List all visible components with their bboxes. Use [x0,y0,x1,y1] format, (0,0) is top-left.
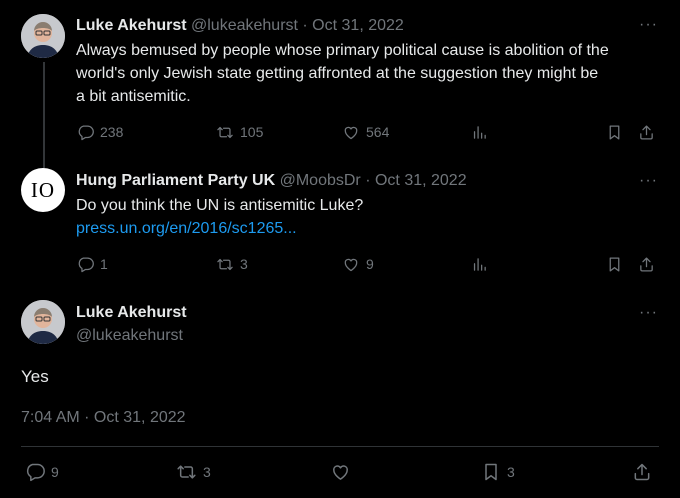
author-handle[interactable]: @lukeakehurst [76,326,183,346]
reply-button[interactable]: 238 [77,123,123,141]
tweet-link[interactable]: press.un.org/en/2016/sc1265... [76,219,297,239]
avatar[interactable] [21,14,65,58]
more-icon[interactable]: ··· [639,305,658,321]
reply-icon [77,256,94,273]
share-icon[interactable] [638,124,655,141]
reply-icon [77,124,94,141]
heart-icon [342,256,360,273]
retweet-count: 105 [240,124,264,140]
reply-count: 1 [100,256,108,272]
retweet-icon [216,256,234,273]
like-count: 564 [366,124,390,140]
retweet-count: 3 [240,256,248,272]
thread-line [43,62,45,168]
author-name[interactable]: Hung Parliament Party UK [76,172,275,189]
author-meta[interactable]: @lukeakehurst · Oct 31, 2022 [191,17,404,34]
share-icon[interactable] [632,462,652,482]
avatar[interactable]: IO [21,168,65,212]
like-button[interactable]: 564 [342,123,389,141]
retweet-icon [176,462,197,482]
tweet-text-line: a bit antisemitic. [76,88,191,105]
bookmark-icon[interactable] [606,124,623,141]
tweet-header: Hung Parliament Party UK @MoobsDr · Oct … [76,171,467,191]
reply-count: 238 [100,124,124,140]
like-count: 9 [366,256,374,272]
tweet-text-line: Always bemused by people whose primary p… [76,42,609,59]
avatar[interactable] [21,300,65,344]
author-name[interactable]: Luke Akehurst [76,303,187,323]
divider [21,446,659,447]
author-name[interactable]: Luke Akehurst [76,17,187,34]
bookmark-count: 3 [507,464,515,480]
tweet-text-line: world's only Jewish state getting affron… [76,65,599,82]
retweet-button[interactable]: 105 [216,123,263,141]
tweet-header: Luke Akehurst @lukeakehurst · Oct 31, 20… [76,16,404,36]
heart-icon[interactable] [330,462,351,482]
tweet-text: Yes [21,367,49,386]
reply-icon [25,462,45,482]
share-icon[interactable] [638,256,655,273]
reply-button[interactable]: 1 [77,255,108,273]
views-icon[interactable] [471,124,488,141]
heart-icon [342,124,360,141]
retweet-button[interactable]: 3 [216,255,248,273]
retweet-button[interactable]: 3 [176,462,211,482]
bookmark-button[interactable]: 3 [481,462,515,482]
like-button[interactable]: 9 [342,255,374,273]
retweet-icon [216,124,234,141]
views-icon[interactable] [471,256,488,273]
bookmark-icon[interactable] [606,256,623,273]
reply-button[interactable]: 9 [25,462,59,482]
tweet-text: Do you think the UN is antisemitic Luke? [76,197,364,214]
more-icon[interactable]: ··· [639,173,658,189]
reply-count: 9 [51,464,59,480]
retweet-count: 3 [203,464,211,480]
author-meta[interactable]: @MoobsDr · Oct 31, 2022 [280,172,467,189]
more-icon[interactable]: ··· [639,17,658,33]
bookmark-icon [481,462,501,482]
tweet-timestamp[interactable]: 7:04 AM · Oct 31, 2022 [21,408,186,428]
